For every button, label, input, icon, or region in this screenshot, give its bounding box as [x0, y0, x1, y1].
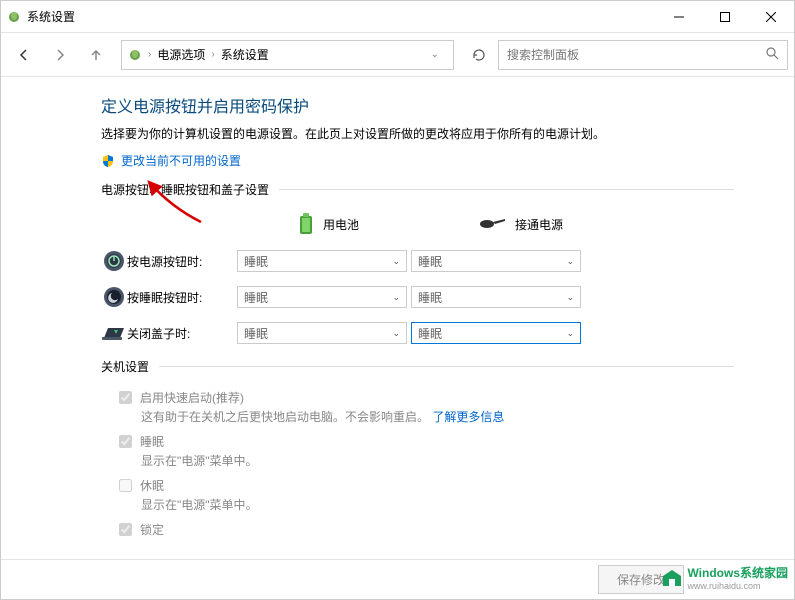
sleep-battery-select[interactable]: 睡眠⌄	[237, 286, 407, 308]
fast-startup-checkbox	[119, 391, 132, 404]
change-settings-link[interactable]: 更改当前不可用的设置	[121, 152, 241, 169]
chevron-down-icon[interactable]: ⌄	[423, 49, 447, 60]
lock-checkbox	[119, 523, 132, 536]
hibernate-opt-label: 休眠	[140, 477, 164, 494]
page-heading: 定义电源按钮并启用密码保护	[101, 93, 734, 117]
fast-startup-desc: 这有助于在关机之后更快地启动电脑。不会影响重启。	[141, 410, 429, 424]
watermark-url: www.ruihaidu.com	[687, 581, 788, 591]
sleep-plugged-select[interactable]: 睡眠⌄	[411, 286, 581, 308]
lock-opt-label: 锁定	[140, 521, 164, 538]
plug-icon	[479, 217, 507, 231]
breadcrumb[interactable]: › 电源选项 › 系统设置 ⌄	[121, 40, 454, 70]
col-plugged-label: 接通电源	[515, 216, 563, 233]
window-title: 系统设置	[27, 8, 656, 25]
chevron-right-icon: ›	[148, 49, 151, 60]
battery-icon	[128, 48, 142, 62]
search-icon	[765, 46, 779, 63]
breadcrumb-item-2[interactable]: 系统设置	[221, 46, 269, 63]
search-placeholder: 搜索控制面板	[507, 46, 579, 63]
chevron-down-icon: ⌄	[566, 292, 574, 303]
fast-startup-label: 启用快速启动(推荐)	[140, 389, 244, 406]
lid-battery-select[interactable]: 睡眠⌄	[237, 322, 407, 344]
row-sleep-label: 按睡眠按钮时:	[127, 289, 237, 306]
back-button[interactable]	[7, 40, 41, 70]
battery-icon	[297, 212, 315, 236]
sleep-checkbox	[119, 435, 132, 448]
app-icon	[1, 10, 27, 24]
power-plugged-select[interactable]: 睡眠⌄	[411, 250, 581, 272]
chevron-down-icon: ⌄	[392, 292, 400, 303]
learn-more-link[interactable]: 了解更多信息	[432, 410, 504, 424]
divider	[159, 366, 734, 367]
watermark-text: Windows系统家园	[687, 564, 788, 581]
col-battery-label: 用电池	[323, 216, 359, 233]
lid-icon	[101, 324, 127, 342]
hibernate-checkbox	[119, 479, 132, 492]
divider	[279, 189, 734, 190]
sleep-opt-desc: 显示在"电源"菜单中。	[141, 452, 734, 469]
search-input[interactable]: 搜索控制面板	[498, 40, 788, 70]
chevron-down-icon: ⌄	[566, 256, 574, 267]
row-power-label: 按电源按钮时:	[127, 253, 237, 270]
hibernate-opt-desc: 显示在"电源"菜单中。	[141, 496, 734, 513]
power-button-icon	[101, 250, 127, 272]
sleep-button-icon	[101, 286, 127, 308]
lid-plugged-select[interactable]: 睡眠⌄	[411, 322, 581, 344]
chevron-down-icon: ⌄	[392, 328, 400, 339]
annotation-arrow	[131, 177, 221, 227]
breadcrumb-item-1[interactable]: 电源选项	[157, 46, 205, 63]
row-lid-label: 关闭盖子时:	[127, 325, 237, 342]
sleep-opt-label: 睡眠	[140, 433, 164, 450]
chevron-down-icon: ⌄	[566, 328, 574, 339]
chevron-right-icon: ›	[211, 49, 214, 60]
up-button[interactable]	[79, 40, 113, 70]
section-shutdown-label: 关机设置	[101, 358, 149, 375]
close-button[interactable]	[748, 1, 794, 33]
watermark: Windows系统家园 www.ruihaidu.com	[661, 564, 788, 591]
minimize-button[interactable]	[656, 1, 702, 33]
refresh-button[interactable]	[462, 40, 496, 70]
maximize-button[interactable]	[702, 1, 748, 33]
chevron-down-icon: ⌄	[392, 256, 400, 267]
shield-icon	[101, 154, 115, 168]
power-battery-select[interactable]: 睡眠⌄	[237, 250, 407, 272]
page-subtitle: 选择要为你的计算机设置的电源设置。在此页上对设置所做的更改将应用于你所有的电源计…	[101, 125, 734, 142]
forward-button[interactable]	[43, 40, 77, 70]
